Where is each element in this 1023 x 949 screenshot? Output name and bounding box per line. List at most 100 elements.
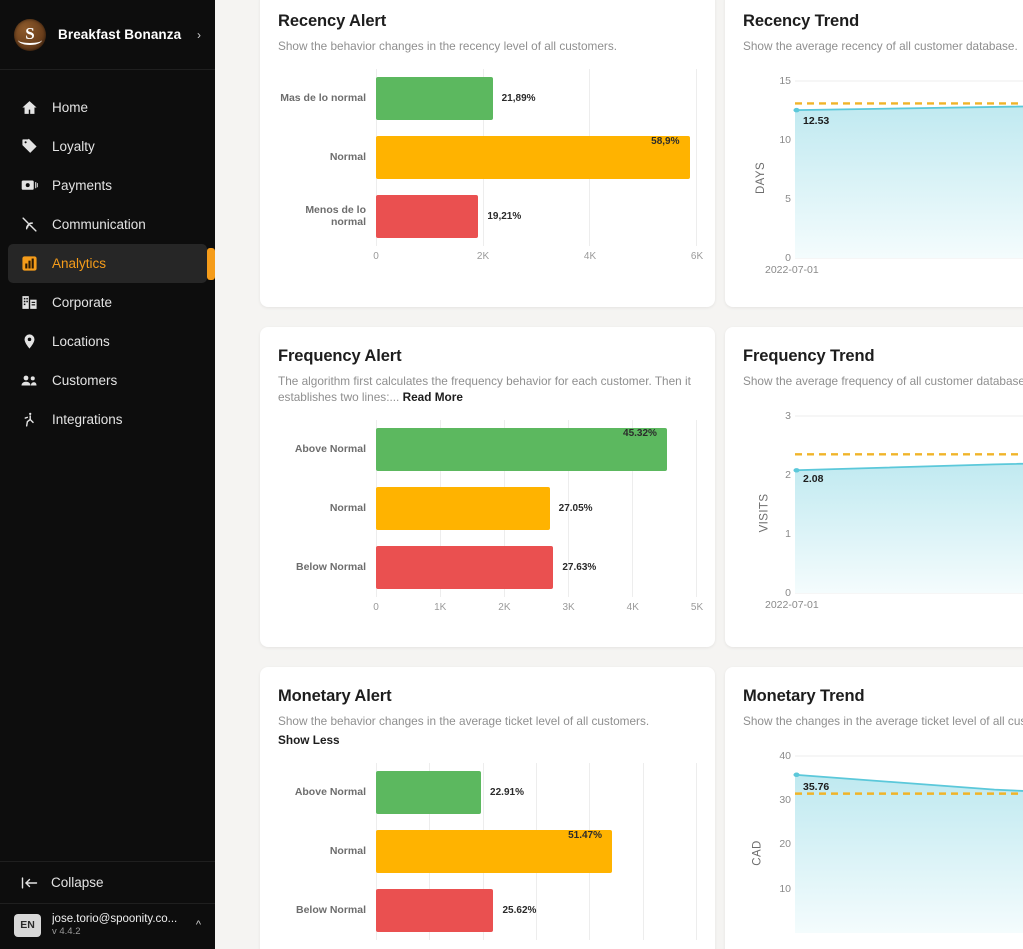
y-axis-tick: 10 — [779, 133, 791, 146]
x-axis-tick: 2022-07-01 — [765, 598, 819, 611]
page-title-frequency-alert: Frequency Alert — [278, 347, 402, 365]
chart-recency-alert: Mas de lo normal 21,89% Normal 58,9% Menos d… — [278, 68, 703, 265]
x-axis-tick: 6K — [690, 250, 704, 262]
bar-category-label: Mas de lo normal — [280, 92, 366, 105]
bar-row: Above Normal 45.32% — [278, 420, 697, 479]
bar-value-label: 19,21% — [487, 210, 522, 222]
bar-track: 45.32% — [376, 420, 697, 479]
sidebar-item-label: Communication — [52, 217, 146, 232]
y-axis-tick: 0 — [785, 586, 791, 599]
bar-segment[interactable] — [376, 486, 550, 530]
page-title-monetary-alert: Monetary Alert — [278, 687, 392, 705]
y-axis-ticks: 10 20 30 40 — [765, 750, 791, 933]
bar-segment[interactable]: 58,9% — [376, 135, 690, 179]
building-icon — [20, 294, 38, 312]
trend-first-value-label: 35.76 — [803, 780, 830, 793]
bar-segment[interactable]: 45.32% — [376, 427, 667, 471]
analytics-main: Recency Alert Show the behavior changes … — [215, 0, 1023, 949]
bar-segment[interactable] — [376, 194, 479, 238]
bar-track: 58,9% — [376, 128, 697, 187]
x-axis-tick: 0 — [373, 250, 379, 262]
chevron-up-icon[interactable]: ^ — [196, 919, 201, 931]
x-axis-tick: 2022-07-01 — [765, 263, 819, 276]
app-root: S Breakfast Bonanza › Home Loyalty Payme… — [0, 0, 1023, 949]
bar-row: Above Normal 22.91% — [278, 763, 697, 822]
x-axis-tick: 0 — [373, 601, 379, 613]
bar-row: Mas de lo normal 21,89% — [278, 69, 697, 128]
sidebar-item-corporate[interactable]: Corporate — [8, 283, 207, 322]
bar-segment[interactable]: 51.47% — [376, 829, 613, 873]
bar-segment[interactable] — [376, 770, 482, 814]
y-axis-tick: 30 — [779, 794, 791, 807]
bar-segment[interactable] — [376, 76, 493, 120]
analytics-accent-tab[interactable] — [207, 248, 215, 280]
card-monetary-alert: Monetary Alert Show the behavior changes… — [260, 667, 715, 949]
read-more-link[interactable]: Read More — [403, 390, 463, 404]
chart-monetary-trend: CAD 10 20 30 40 35.76 — [743, 750, 1023, 949]
bar-category-label: Normal — [329, 502, 366, 515]
show-less-link[interactable]: Show Less — [278, 733, 340, 747]
bar-track: 27.05% — [376, 479, 697, 538]
bar-track: 27.63% — [376, 538, 697, 597]
page-title-monetary-trend: Monetary Trend — [743, 687, 865, 705]
trend-plot — [793, 81, 1023, 258]
y-axis-tick: 15 — [779, 74, 791, 87]
user-email: jose.torio@spoonity.co... — [52, 913, 178, 925]
card-subtitle: Show the changes in the average ticket l… — [743, 714, 1023, 728]
card-frequency-trend: Frequency Trend Show the average frequen… — [725, 327, 1023, 647]
people-icon — [20, 372, 38, 390]
brand-name: Breakfast Bonanza — [58, 27, 182, 42]
home-icon — [20, 99, 38, 117]
bar-track: 22.91% — [376, 763, 697, 822]
trend-first-point — [793, 467, 800, 473]
bar-chart-plot: Above Normal 45.32% Normal 27.05% Below Norm… — [278, 419, 697, 597]
sidebar-item-integrations[interactable]: Integrations — [8, 400, 207, 439]
spoonity-logo-icon: S — [14, 18, 46, 51]
card-subtitle: Show the average recency of all customer… — [743, 39, 1018, 53]
sidebar: S Breakfast Bonanza › Home Loyalty Payme… — [0, 0, 215, 949]
bar-chart-plot: Above Normal 22.91% Normal 51.47% Below Norm… — [278, 762, 697, 940]
bar-segment[interactable] — [376, 545, 554, 589]
page-title-frequency-trend: Frequency Trend — [743, 347, 875, 365]
y-axis-tick: 20 — [779, 838, 791, 851]
x-axis-tick: 5K — [690, 601, 704, 613]
bar-value-label: 27.05% — [558, 502, 593, 514]
y-axis-label: CAD — [751, 840, 764, 867]
x-axis-tick: 2K — [476, 250, 490, 262]
language-badge[interactable]: EN — [14, 913, 41, 937]
sidebar-item-label: Locations — [52, 334, 110, 349]
collapse-sidebar-button[interactable]: Collapse — [0, 861, 215, 903]
user-info: jose.torio@spoonity.co... v 4.4.2 — [52, 913, 177, 937]
bar-row: Normal 27.05% — [278, 479, 697, 538]
sidebar-item-locations[interactable]: Locations — [8, 322, 207, 361]
card-recency-trend: Recency Trend Show the average recency o… — [725, 0, 1023, 307]
card-subtitle: Show the behavior changes in the average… — [278, 714, 650, 728]
bar-row: Menos de lo normal 19,21% — [278, 187, 697, 246]
bar-segment[interactable] — [376, 888, 494, 932]
sidebar-item-communication[interactable]: Communication — [8, 205, 207, 244]
page-title-recency-alert: Recency Alert — [278, 12, 387, 30]
brand-selector[interactable]: S Breakfast Bonanza › — [0, 0, 215, 70]
y-axis-tick: 40 — [779, 749, 791, 762]
y-axis-tick: 1 — [785, 527, 791, 540]
x-axis-tick: 2K — [498, 601, 511, 613]
bar-rows: Above Normal 22.91% Normal 51.47% Below Norm… — [278, 763, 697, 940]
sidebar-item-payments[interactable]: Payments — [8, 166, 207, 205]
sidebar-item-customers[interactable]: Customers — [8, 361, 207, 400]
sidebar-item-analytics[interactable]: Analytics — [8, 244, 207, 283]
card-subtitle: Show the behavior changes in the recency… — [278, 39, 618, 53]
sidebar-item-home[interactable]: Home — [8, 88, 207, 127]
card-monetary-trend: Monetary Trend Show the changes in the a… — [725, 667, 1023, 949]
card-subtitle-text: The algorithm first calculates the frequ… — [278, 374, 691, 404]
y-axis-ticks: 0 5 10 15 — [765, 75, 791, 264]
y-axis-ticks: 0 1 2 3 — [765, 410, 791, 599]
x-axis-tick: 1K — [434, 601, 447, 613]
sidebar-item-label: Payments — [52, 178, 113, 193]
cards-grid: Recency Alert Show the behavior changes … — [260, 0, 1023, 949]
payments-icon — [20, 177, 38, 195]
card-frequency-alert: Frequency Alert The algorithm first calc… — [260, 327, 715, 647]
sidebar-item-loyalty[interactable]: Loyalty — [8, 127, 207, 166]
user-account-row[interactable]: EN jose.torio@spoonity.co... v 4.4.2 ^ — [0, 903, 215, 949]
bar-value-label: 21,89% — [501, 92, 536, 104]
sidebar-item-label: Loyalty — [52, 139, 95, 154]
